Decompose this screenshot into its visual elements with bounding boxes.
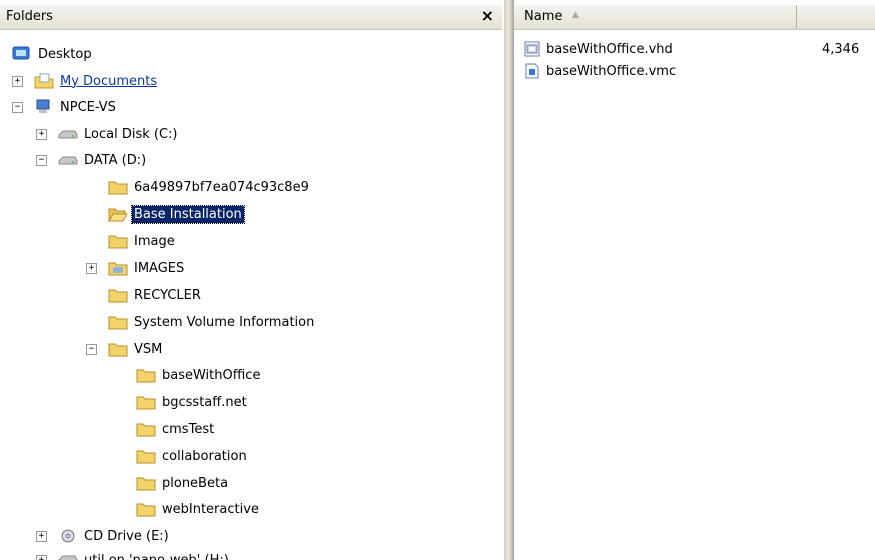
my-documents-icon — [34, 73, 54, 89]
tree-item-label: Base Installation — [131, 204, 245, 224]
vmc-file-icon — [524, 63, 542, 79]
tree-item-bgcsstaff-net[interactable]: bgcsstaff.net — [136, 390, 249, 414]
tree-item-label: RECYCLER — [134, 287, 201, 303]
tree-item-label: My Documents — [60, 73, 158, 89]
tree-item-util-network-drive[interactable]: + util on 'nano-web' (H:) — [36, 548, 231, 560]
tree-item-vsm[interactable]: − VSM — [86, 337, 164, 361]
pane-splitter[interactable] — [504, 0, 514, 560]
folder-icon — [108, 233, 128, 249]
folders-header: Folders × — [0, 4, 502, 30]
file-list-pane: Name ▲ baseWithOffice.vhd 4,346 baseWith… — [514, 0, 875, 560]
tree-item-label: System Volume Information — [134, 314, 315, 330]
expand-toggle[interactable]: + — [86, 263, 97, 274]
column-header-name[interactable]: Name ▲ — [514, 5, 797, 29]
folders-title: Folders — [6, 9, 53, 24]
folder-icon — [136, 394, 156, 410]
tree-item-label: bgcsstaff.net — [162, 394, 247, 410]
folders-pane: Folders × Desktop + My Documents − NPCE-… — [0, 0, 504, 560]
hard-drive-icon — [58, 126, 78, 142]
folder-icon — [108, 314, 128, 330]
cd-drive-icon — [58, 528, 78, 544]
tree-item-label: NPCE-VS — [60, 99, 116, 115]
expand-toggle[interactable]: + — [12, 76, 23, 87]
tree-item-recycler[interactable]: RECYCLER — [108, 283, 203, 307]
tree-item-basewithoffice[interactable]: baseWithOffice — [136, 363, 262, 387]
tree-item-cd-drive-e[interactable]: + CD Drive (E:) — [36, 524, 171, 548]
tree-item-webinteractive[interactable]: webInteractive — [136, 497, 261, 521]
file-row[interactable]: baseWithOffice.vmc — [524, 61, 676, 81]
collapse-toggle[interactable]: − — [36, 155, 47, 166]
vhd-file-icon — [524, 41, 542, 57]
tree-item-label: collaboration — [162, 448, 247, 464]
expand-toggle[interactable]: + — [36, 531, 47, 542]
tree-item-cmstest[interactable]: cmsTest — [136, 417, 216, 441]
folder-icon — [108, 341, 128, 357]
folder-icon — [108, 287, 128, 303]
file-name: baseWithOffice.vmc — [546, 63, 677, 79]
close-folders-button[interactable]: × — [481, 6, 494, 26]
file-size: 4,346 — [822, 41, 860, 57]
column-header-name-label: Name — [524, 9, 563, 24]
tree-item-data-d[interactable]: − DATA (D:) — [36, 148, 148, 172]
tree-item-label: webInteractive — [162, 501, 259, 517]
tree-item-system-volume-information[interactable]: System Volume Information — [108, 310, 316, 334]
tree-item-label: 6a49897bf7ea074c93c8e9 — [134, 179, 309, 195]
tree-item-image[interactable]: Image — [108, 229, 177, 253]
network-drive-icon — [58, 552, 78, 560]
tree-item-label: ploneBeta — [162, 475, 229, 491]
folder-icon — [136, 367, 156, 383]
folder-icon — [108, 179, 128, 195]
tree-item-6a49897bf7ea074c93c8e9[interactable]: 6a49897bf7ea074c93c8e9 — [108, 175, 311, 199]
tree-item-label: baseWithOffice — [162, 367, 261, 383]
file-name: baseWithOffice.vhd — [546, 41, 673, 57]
tree-item-label: VSM — [134, 341, 163, 357]
tree-item-label: Desktop — [38, 46, 92, 62]
tree-item-label: cmsTest — [162, 421, 215, 437]
folder-icon — [136, 421, 156, 437]
column-header-size[interactable] — [798, 5, 875, 29]
tree-item-desktop[interactable]: Desktop — [12, 42, 94, 66]
folder-open-icon — [108, 206, 128, 223]
collapse-toggle[interactable]: − — [86, 344, 97, 355]
tree-item-label: CD Drive (E:) — [84, 528, 169, 544]
folder-pictures-icon — [108, 260, 128, 276]
tree-item-label: util on 'nano-web' (H:) — [84, 552, 229, 560]
folder-icon — [136, 501, 156, 517]
tree-item-images[interactable]: + IMAGES — [86, 256, 186, 280]
folder-icon — [136, 475, 156, 491]
file-row[interactable]: baseWithOffice.vhd — [524, 39, 673, 59]
hard-drive-icon — [58, 152, 78, 168]
tree-item-collaboration[interactable]: collaboration — [136, 444, 249, 468]
tree-item-label: DATA (D:) — [84, 152, 147, 168]
tree-item-label: Local Disk (C:) — [84, 126, 178, 142]
tree-item-my-documents[interactable]: + My Documents — [12, 69, 159, 93]
folder-icon — [136, 448, 156, 464]
expand-toggle[interactable]: + — [36, 555, 47, 560]
desktop-icon — [12, 46, 32, 62]
expand-toggle[interactable]: + — [36, 129, 47, 140]
tree-item-label: IMAGES — [134, 260, 185, 276]
tree-item-local-disk-c[interactable]: + Local Disk (C:) — [36, 122, 179, 146]
tree-item-label: Image — [134, 233, 175, 249]
file-list-header: Name ▲ — [514, 4, 875, 30]
computer-icon — [34, 99, 54, 115]
tree-item-base-installation[interactable]: Base Installation — [108, 202, 245, 226]
tree-item-npce-vs[interactable]: − NPCE-VS — [12, 95, 118, 119]
collapse-toggle[interactable]: − — [12, 102, 23, 113]
tree-item-plonebeta[interactable]: ploneBeta — [136, 471, 230, 495]
sort-ascending-icon: ▲ — [572, 10, 579, 20]
